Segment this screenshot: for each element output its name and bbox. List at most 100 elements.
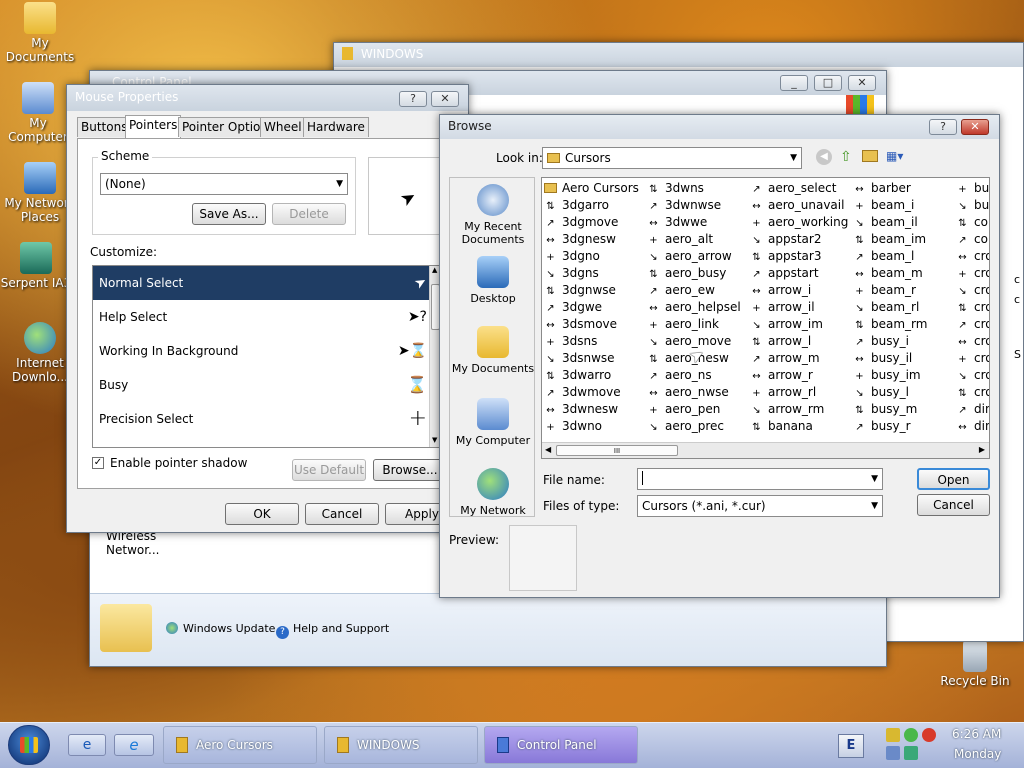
file-item[interactable]: ↔ barber: [853, 180, 953, 197]
file-item[interactable]: ⇅ aero_busy: [647, 265, 747, 282]
desktop-icon-my-documents[interactable]: My Documents: [0, 2, 80, 64]
file-item[interactable]: + arrow_rl: [750, 384, 850, 401]
browse-title-bar[interactable]: Browse: [440, 115, 999, 139]
cursor-row-help-select[interactable]: Help Select ➤?: [93, 300, 441, 334]
desktop-icon-serpent[interactable]: Serpent IA3: [0, 242, 76, 290]
files-of-type-dropdown[interactable]: Cursors (*.ani, *.cur) ▼: [637, 495, 883, 517]
windows-title-bar[interactable]: WINDOWS: [334, 43, 1023, 67]
browse-button[interactable]: Browse...: [373, 459, 447, 481]
file-item[interactable]: ↘ busy_l: [853, 384, 953, 401]
minimize-button[interactable]: _: [780, 75, 808, 91]
file-item[interactable]: ↘ 3dsnwse: [544, 350, 644, 367]
file-item[interactable]: ↔ busy_il: [853, 350, 953, 367]
cursor-row-working-background[interactable]: Working In Background ➤⌛: [93, 334, 441, 368]
windows-update-link[interactable]: Windows Update: [166, 622, 275, 635]
file-item[interactable]: ↔ cro: [956, 248, 989, 265]
tray-volume-icon[interactable]: [886, 746, 900, 760]
quick-launch-ie-icon[interactable]: e: [68, 734, 106, 756]
scroll-right-arrow-icon[interactable]: ▶: [979, 445, 985, 454]
file-item[interactable]: ↘ beam_rl: [853, 299, 953, 316]
tab-wheel[interactable]: Wheel: [260, 117, 306, 137]
file-item[interactable]: + aero_link: [647, 316, 747, 333]
cancel-button[interactable]: Cancel: [305, 503, 379, 525]
back-icon[interactable]: ◀: [816, 149, 832, 165]
file-item[interactable]: ↗ busy_r: [853, 418, 953, 435]
file-item[interactable]: ↘ 3dgns: [544, 265, 644, 282]
file-item[interactable]: + arrow_il: [750, 299, 850, 316]
delete-button[interactable]: Delete: [272, 203, 346, 225]
file-item[interactable]: + beam_i: [853, 197, 953, 214]
place-my-recent-documents[interactable]: My Recent Documents: [450, 184, 536, 246]
file-item[interactable]: ⇅ arrow_l: [750, 333, 850, 350]
file-item[interactable]: ↘ beam_il: [853, 214, 953, 231]
cursor-list[interactable]: Normal Select ➤ Help Select ➤? Working I…: [92, 265, 442, 448]
cancel-button[interactable]: Cancel: [917, 494, 990, 516]
close-button[interactable]: ✕: [431, 91, 459, 107]
file-item[interactable]: ⇅ beam_rm: [853, 316, 953, 333]
tray-security-icon[interactable]: [922, 728, 936, 742]
file-list-hscrollbar[interactable]: ◀ III ▶: [542, 442, 989, 458]
file-item[interactable]: ↔ 3dwwe: [647, 214, 747, 231]
task-windows[interactable]: WINDOWS: [324, 726, 478, 764]
use-default-button[interactable]: Use Default: [292, 459, 366, 481]
file-item[interactable]: ↔ arrow_i: [750, 282, 850, 299]
file-item[interactable]: Aero Cursors: [544, 180, 644, 197]
file-item[interactable]: ↘ arrow_im: [750, 316, 850, 333]
look-in-dropdown[interactable]: Cursors ▼: [542, 147, 802, 169]
file-item[interactable]: ↔ beam_m: [853, 265, 953, 282]
place-my-computer[interactable]: My Computer: [450, 398, 536, 447]
file-item[interactable]: + aero_pen: [647, 401, 747, 418]
file-item[interactable]: ↗ din: [956, 401, 989, 418]
new-folder-icon[interactable]: [862, 150, 878, 162]
clock-time[interactable]: 6:26 AM: [952, 727, 1001, 741]
file-item[interactable]: ⇅ beam_im: [853, 231, 953, 248]
tray-update-icon[interactable]: [904, 728, 918, 742]
cursor-row-busy[interactable]: Busy ⌛: [93, 368, 441, 402]
ok-button[interactable]: OK: [225, 503, 299, 525]
file-item[interactable]: + cro: [956, 350, 989, 367]
file-item[interactable]: +3dgno: [544, 248, 644, 265]
file-item[interactable]: ⇅ 3dwns: [647, 180, 747, 197]
tab-pointers[interactable]: Pointers: [125, 115, 182, 138]
file-item[interactable]: +3dsns: [544, 333, 644, 350]
file-item[interactable]: ↗ 3dwmove: [544, 384, 644, 401]
help-button[interactable]: ?: [399, 91, 427, 107]
maximize-button[interactable]: □: [814, 75, 842, 91]
file-item[interactable]: ↗ busy_i: [853, 333, 953, 350]
wireless-network-label[interactable]: Wireless Networ...: [106, 529, 166, 557]
help-button[interactable]: ?: [929, 119, 957, 135]
quick-launch-browser-icon[interactable]: e: [114, 734, 154, 756]
hscroll-thumb[interactable]: III: [556, 445, 678, 456]
file-item[interactable]: ↗ beam_l: [853, 248, 953, 265]
file-item[interactable]: ↘ cro: [956, 367, 989, 384]
help-support-link[interactable]: ? Help and Support: [276, 622, 389, 639]
file-item[interactable]: + busy_im: [853, 367, 953, 384]
enable-shadow-label[interactable]: Enable pointer shadow: [110, 456, 247, 470]
tab-hardware[interactable]: Hardware: [303, 117, 369, 137]
language-bar-icon[interactable]: E: [838, 734, 864, 758]
file-item[interactable]: + aero_alt: [647, 231, 747, 248]
file-item[interactable]: ⇅ appstar3: [750, 248, 850, 265]
file-item[interactable]: ↔ 3dwnesw: [544, 401, 644, 418]
open-button[interactable]: Open: [917, 468, 990, 490]
file-item[interactable]: + cro: [956, 265, 989, 282]
file-item[interactable]: ↗ cro: [956, 316, 989, 333]
file-item[interactable]: ⇅ 3dwarro: [544, 367, 644, 384]
file-item[interactable]: +3dwno: [544, 418, 644, 435]
scheme-dropdown[interactable]: (None) ▼: [100, 173, 348, 195]
file-item[interactable]: ↗ 3dgmove: [544, 214, 644, 231]
file-item[interactable]: ↗ 3dgwe: [544, 299, 644, 316]
file-item[interactable]: ↗ arrow_m: [750, 350, 850, 367]
file-item[interactable]: + beam_r: [853, 282, 953, 299]
close-button[interactable]: ✕: [961, 119, 989, 135]
file-item[interactable]: ↘ arrow_rm: [750, 401, 850, 418]
file-name-input[interactable]: ▼: [637, 468, 883, 490]
file-item[interactable]: ↗ aero_ew: [647, 282, 747, 299]
place-my-network[interactable]: My Network: [450, 468, 536, 517]
file-item[interactable]: ↔ 3dgnesw: [544, 231, 644, 248]
file-item[interactable]: ↗ aero_ns: [647, 367, 747, 384]
file-item[interactable]: ↘ bu:: [956, 197, 989, 214]
save-as-button[interactable]: Save As...: [192, 203, 266, 225]
enable-shadow-checkbox[interactable]: ✓: [92, 457, 104, 469]
file-item[interactable]: ⇅ busy_m: [853, 401, 953, 418]
